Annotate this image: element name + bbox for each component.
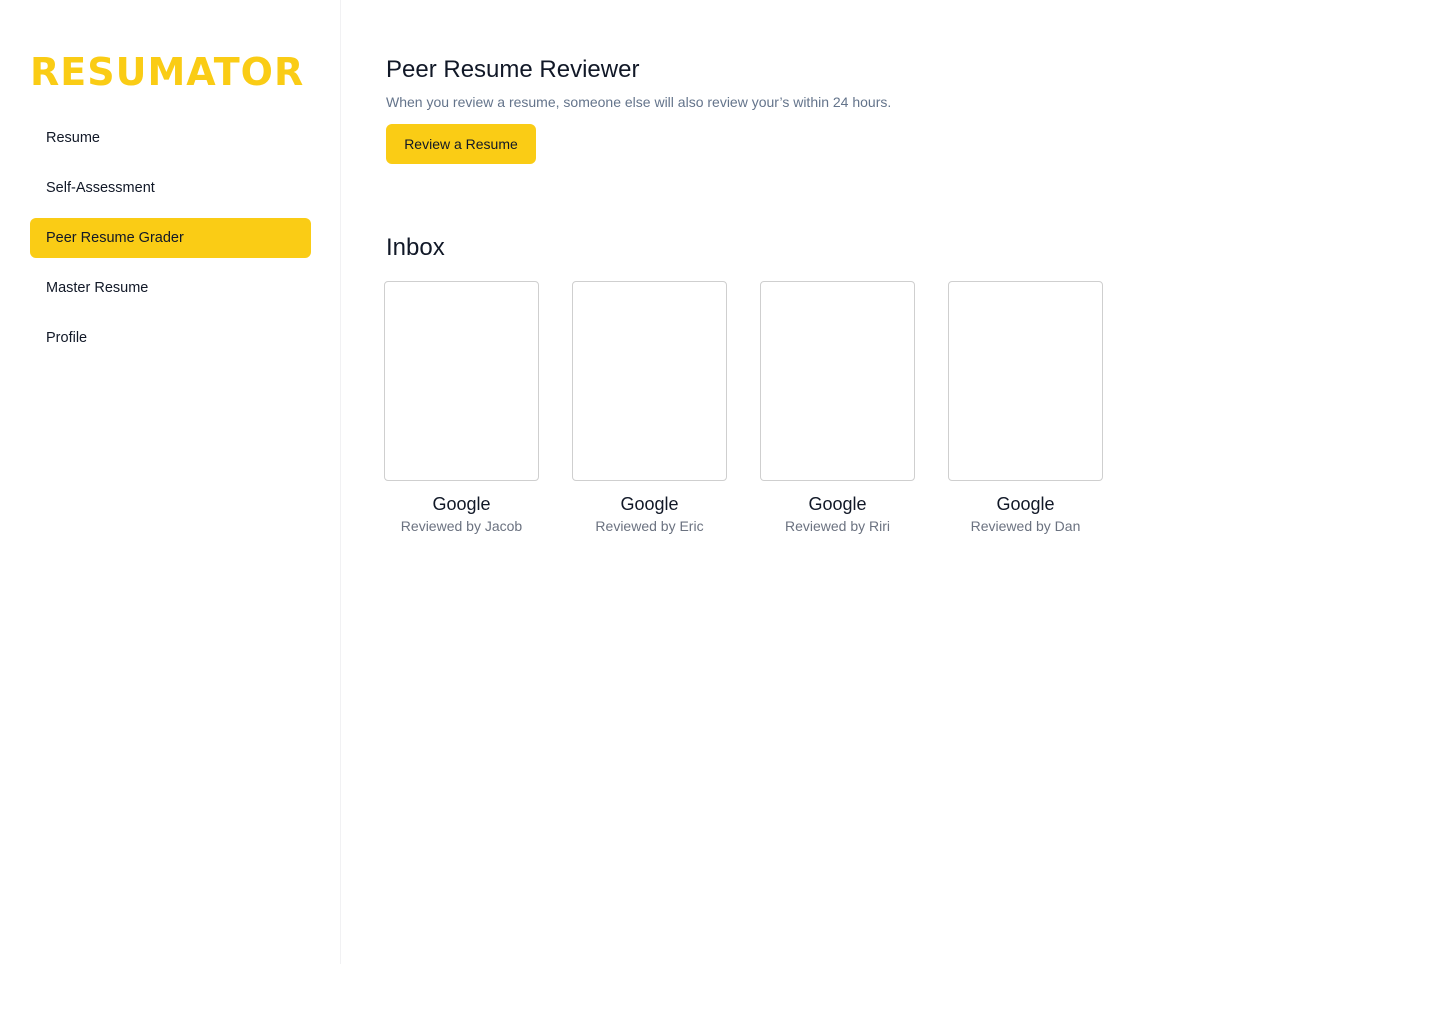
sidebar: RESUMATOR Resume Self-Assessment Peer Re… [0, 0, 341, 964]
sidebar-item-resume[interactable]: Resume [30, 118, 311, 158]
card-company: Google [432, 494, 491, 514]
inbox-card[interactable]: Google Reviewed by Eric [572, 281, 727, 534]
inbox-card[interactable]: Google Reviewed by Dan [948, 281, 1103, 534]
resume-preview-thumbnail[interactable] [948, 281, 1103, 481]
resume-preview-thumbnail[interactable] [760, 281, 915, 481]
card-reviewer: Reviewed by Eric [595, 518, 704, 534]
page-subtitle: When you review a resume, someone else w… [386, 94, 892, 110]
card-reviewer: Reviewed by Riri [784, 518, 891, 534]
card-company: Google [620, 494, 679, 514]
inbox-card[interactable]: Google Reviewed by Riri [760, 281, 915, 534]
page-title: Peer Resume Reviewer [386, 56, 640, 83]
card-company: Google [808, 494, 867, 514]
sidebar-nav: Resume Self-Assessment Peer Resume Grade… [30, 118, 311, 368]
resume-preview-thumbnail[interactable] [572, 281, 727, 481]
card-company: Google [996, 494, 1055, 514]
inbox-title: Inbox [386, 234, 445, 261]
card-reviewer: Reviewed by Dan [970, 518, 1081, 534]
app-logo[interactable]: RESUMATOR [30, 52, 304, 92]
inbox-card[interactable]: Google Reviewed by Jacob [384, 281, 539, 534]
sidebar-item-master-resume[interactable]: Master Resume [30, 268, 311, 308]
app-root: RESUMATOR Resume Self-Assessment Peer Re… [0, 0, 1440, 1024]
resume-preview-thumbnail[interactable] [384, 281, 539, 481]
sidebar-item-peer-resume-grader[interactable]: Peer Resume Grader [30, 218, 311, 258]
review-resume-button[interactable]: Review a Resume [386, 124, 536, 164]
inbox-grid: Google Reviewed by Jacob Google Reviewed… [384, 281, 1103, 534]
sidebar-item-self-assessment[interactable]: Self-Assessment [30, 168, 311, 208]
card-reviewer: Reviewed by Jacob [400, 518, 523, 534]
sidebar-item-profile[interactable]: Profile [30, 318, 311, 358]
